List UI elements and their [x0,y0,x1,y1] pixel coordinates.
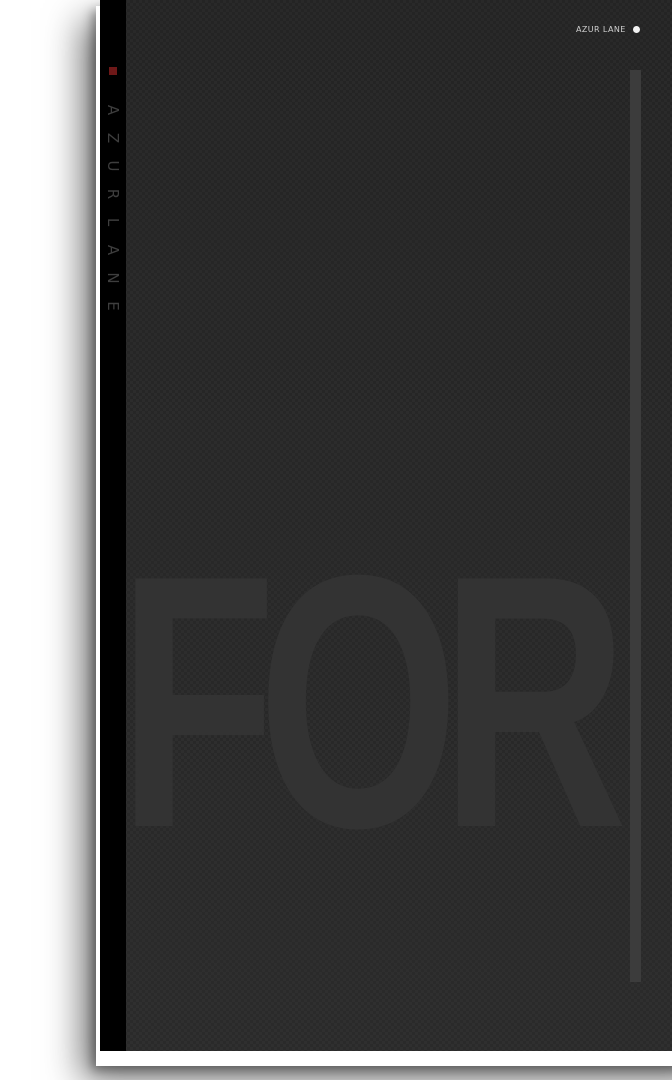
spine-accent-square [109,67,117,75]
spine-letter: U [104,160,122,172]
spine-letter: R [104,188,122,200]
spine-title: A Z U R L A N E [104,96,122,320]
brand-link[interactable]: AZUR LANE [576,25,640,34]
spine-letter: E [104,301,122,311]
spine-letter: A [104,244,122,256]
poster-card: FOR A Z U R L A N E AZUR LANE [100,0,672,1051]
spine-letter: Z [104,132,122,144]
page: FOR A Z U R L A N E AZUR LANE [0,0,672,1080]
spine-letter: A [104,104,122,116]
spine-letter: N [104,272,122,284]
brand-label: AZUR LANE [576,25,626,34]
background-word: FOR [118,501,628,903]
side-spine: A Z U R L A N E [100,0,126,1051]
dot-icon [632,26,640,33]
spine-letter: L [104,217,122,227]
vertical-divider [630,70,641,982]
